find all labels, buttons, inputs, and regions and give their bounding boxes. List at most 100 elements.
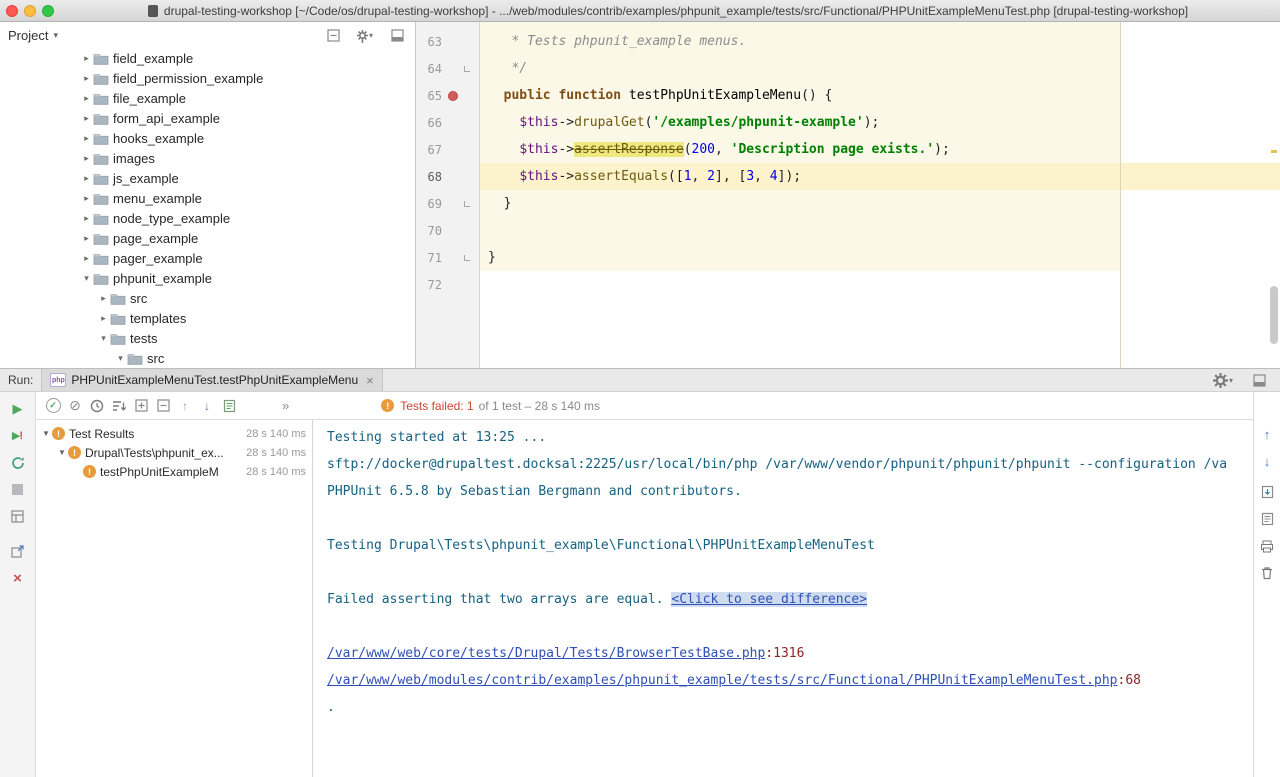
chevron-down-icon[interactable]: ▾ — [53, 30, 58, 41]
console-output[interactable]: Testing started at 13:25 ...sftp://docke… — [313, 420, 1253, 777]
code-line-69[interactable]: 69 } — [416, 190, 1280, 217]
test-tree-item[interactable]: !testPhpUnitExampleM28 s 140 ms — [36, 462, 312, 481]
clear-all-button[interactable] — [1257, 563, 1277, 583]
chevron-right-icon[interactable]: ▸ — [80, 133, 93, 144]
code-line-68[interactable]: 68 $this->assertEquals([1, 2], [3, 4]); — [416, 163, 1280, 190]
toolbar-overflow-icon[interactable]: » — [282, 398, 289, 413]
chevron-down-icon[interactable]: ▾ — [80, 273, 93, 284]
fold-marker-icon[interactable] — [464, 255, 470, 261]
stop-button[interactable] — [6, 479, 30, 500]
chevron-right-icon[interactable]: ▸ — [80, 113, 93, 124]
code-line-72[interactable]: 72 — [416, 271, 1280, 298]
code-content[interactable]: $this->assertEquals([1, 2], [3, 4]); — [480, 163, 1280, 190]
rerun-failed-tests-button[interactable]: ▶! — [6, 425, 30, 446]
console-link[interactable]: /var/www/web/core/tests/Drupal/Tests/Bro… — [327, 646, 765, 661]
close-button[interactable]: × — [6, 568, 30, 589]
project-tree-item-form_api_example[interactable]: ▸form_api_example — [0, 108, 415, 128]
next-failed-button[interactable]: ↓ — [196, 395, 218, 417]
collapse-all-button[interactable] — [325, 27, 341, 43]
console-link[interactable]: <Click to see difference> — [671, 592, 867, 607]
project-tree-item-node_type_example[interactable]: ▸node_type_example — [0, 208, 415, 228]
code-line-71[interactable]: 71} — [416, 244, 1280, 271]
restore-layout-button[interactable] — [6, 506, 30, 527]
code-content[interactable]: } — [480, 244, 1280, 271]
close-tab-button[interactable]: × — [366, 373, 374, 388]
project-tree-item-page_example[interactable]: ▸page_example — [0, 228, 415, 248]
chevron-right-icon[interactable]: ▸ — [80, 93, 93, 104]
export-results-button[interactable] — [1257, 482, 1277, 502]
next-occurrence-button[interactable]: ↓ — [1257, 451, 1277, 471]
test-tree-item[interactable]: ▼!Test Results28 s 140 ms — [36, 424, 312, 443]
code-content[interactable]: $this->assertResponse(200, 'Description … — [480, 136, 1280, 163]
code-line-67[interactable]: 67 $this->assertResponse(200, 'Descripti… — [416, 136, 1280, 163]
test-tree-item[interactable]: ▼!Drupal\Tests\phpunit_ex...28 s 140 ms — [36, 443, 312, 462]
toggle-auto-test-button[interactable] — [6, 452, 30, 473]
close-window-button[interactable] — [6, 5, 18, 17]
sort-by-duration-button[interactable] — [86, 395, 108, 417]
code-line-64[interactable]: 64 */ — [416, 55, 1280, 82]
settings-button[interactable]: ▾ — [1212, 369, 1234, 391]
chevron-right-icon[interactable]: ▸ — [97, 313, 110, 324]
project-tree-item-phpunit_example[interactable]: ▾phpunit_example — [0, 268, 415, 288]
chevron-right-icon[interactable]: ▸ — [80, 213, 93, 224]
project-tree-item-templates[interactable]: ▸templates — [0, 308, 415, 328]
hide-panel-button[interactable] — [389, 27, 405, 43]
code-line-70[interactable]: 70 — [416, 217, 1280, 244]
code-content[interactable]: * Tests phpunit_example menus. — [480, 28, 1280, 55]
run-tab[interactable]: php PHPUnitExampleMenuTest.testPhpUnitEx… — [41, 369, 382, 391]
chevron-right-icon[interactable]: ▸ — [80, 73, 93, 84]
rerun-button[interactable]: ▶ — [6, 398, 30, 419]
sort-alphabetically-button[interactable] — [108, 395, 130, 417]
float-window-button[interactable] — [6, 541, 30, 562]
test-history-button[interactable] — [218, 395, 240, 417]
open-results-button[interactable] — [1257, 509, 1277, 529]
print-button[interactable] — [1257, 536, 1277, 556]
code-editor[interactable]: 63 * Tests phpunit_example menus.64 */65… — [416, 22, 1280, 368]
code-line-63[interactable]: 63 * Tests phpunit_example menus. — [416, 28, 1280, 55]
project-tree-item-file_example[interactable]: ▸file_example — [0, 88, 415, 108]
chevron-right-icon[interactable]: ▸ — [80, 193, 93, 204]
code-content[interactable] — [480, 217, 1280, 244]
chevron-right-icon[interactable]: ▸ — [80, 173, 93, 184]
code-line-66[interactable]: 66 $this->drupalGet('/examples/phpunit-e… — [416, 109, 1280, 136]
project-tree-item-images[interactable]: ▸images — [0, 148, 415, 168]
previous-failed-button[interactable]: ↑ — [174, 395, 196, 417]
zoom-window-button[interactable] — [42, 5, 54, 17]
project-tree-item-src[interactable]: ▸src — [0, 288, 415, 308]
warning-stripe-mark[interactable] — [1271, 150, 1277, 153]
chevron-down-icon[interactable]: ▾ — [114, 353, 127, 364]
project-tree-item-hooks_example[interactable]: ▸hooks_example — [0, 128, 415, 148]
chevron-down-icon[interactable]: ▼ — [56, 448, 68, 457]
code-content[interactable] — [480, 271, 1280, 298]
failed-test-gutter-icon[interactable] — [448, 91, 458, 101]
editor-scrollbar[interactable] — [1270, 286, 1278, 344]
chevron-right-icon[interactable]: ▸ — [80, 233, 93, 244]
show-passed-button[interactable]: ✓ — [42, 395, 64, 417]
settings-button[interactable]: ▾ — [357, 27, 373, 43]
chevron-right-icon[interactable]: ▸ — [80, 253, 93, 264]
code-content[interactable]: $this->drupalGet('/examples/phpunit-exam… — [480, 109, 1280, 136]
code-content[interactable]: */ — [480, 55, 1280, 82]
fold-marker-icon[interactable] — [464, 66, 470, 72]
fold-marker-icon[interactable] — [464, 201, 470, 207]
project-tree-item-src[interactable]: ▾src — [0, 348, 415, 368]
collapse-all-button[interactable] — [152, 395, 174, 417]
expand-all-button[interactable] — [130, 395, 152, 417]
code-content[interactable]: } — [480, 190, 1280, 217]
show-ignored-button[interactable]: ⊘ — [64, 395, 86, 417]
chevron-down-icon[interactable]: ▼ — [40, 429, 52, 438]
console-link[interactable]: /var/www/web/modules/contrib/examples/ph… — [327, 673, 1118, 688]
project-tree-item-field_permission_example[interactable]: ▸field_permission_example — [0, 68, 415, 88]
chevron-down-icon[interactable]: ▾ — [97, 333, 110, 344]
previous-occurrence-button[interactable]: ↑ — [1257, 424, 1277, 444]
chevron-right-icon[interactable]: ▸ — [80, 53, 93, 64]
project-view-selector[interactable]: Project — [8, 28, 48, 43]
project-tree-item-menu_example[interactable]: ▸menu_example — [0, 188, 415, 208]
minimize-window-button[interactable] — [24, 5, 36, 17]
project-tree-item-field_example[interactable]: ▸field_example — [0, 48, 415, 68]
project-tree-item-pager_example[interactable]: ▸pager_example — [0, 248, 415, 268]
code-line-65[interactable]: 65 public function testPhpUnitExampleMen… — [416, 82, 1280, 109]
code-content[interactable]: public function testPhpUnitExampleMenu()… — [480, 82, 1280, 109]
project-tree-item-tests[interactable]: ▾tests — [0, 328, 415, 348]
project-tree-item-js_example[interactable]: ▸js_example — [0, 168, 415, 188]
